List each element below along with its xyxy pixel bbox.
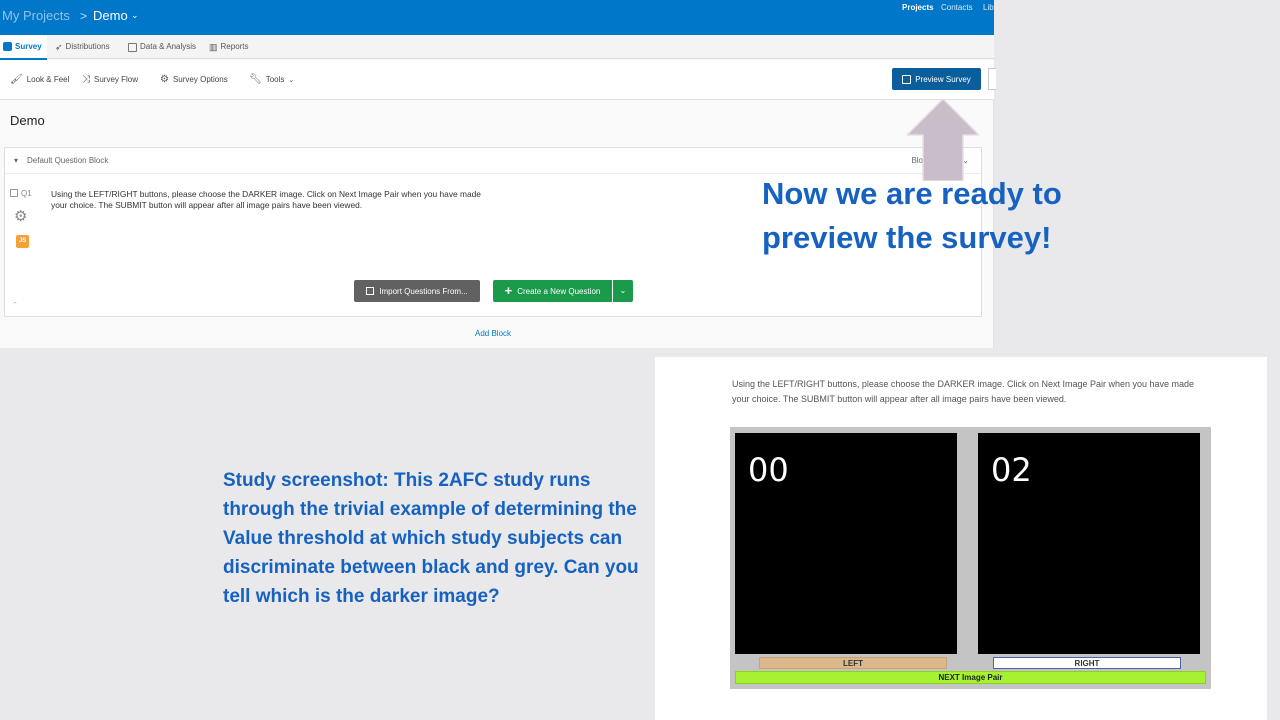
create-question-button[interactable]: + Create a New Question <box>493 280 612 302</box>
survey-options-button[interactable]: ⚙ Survey Options <box>160 74 228 85</box>
tab-distributions[interactable]: ➶ Distributions <box>55 35 110 59</box>
publish-button[interactable] <box>988 68 996 90</box>
tab-distributions-label: Distributions <box>65 42 110 51</box>
survey-flow-button[interactable]: ⤨ Survey Flow <box>82 74 138 85</box>
caret-down-icon[interactable]: ▾ <box>14 156 18 165</box>
right-button[interactable]: RIGHT <box>993 657 1181 669</box>
tab-reports[interactable]: ▥ Reports <box>209 35 249 59</box>
tools-button[interactable]: 🔧︎ Tools ⌄ <box>249 74 294 85</box>
copy-icon <box>366 287 375 295</box>
question-checkbox[interactable] <box>10 189 18 197</box>
survey-toolbar: 🖌︎ Look & Feel ⤨ Survey Flow ⚙ Survey Op… <box>0 60 994 100</box>
add-block-link[interactable]: Add Block <box>475 329 511 338</box>
tab-data-analysis-label: Data & Analysis <box>140 42 197 51</box>
caret-up-icon[interactable]: ⌃ <box>12 301 18 309</box>
chevron-down-icon: ⌄ <box>288 76 295 84</box>
survey-title[interactable]: Demo <box>10 113 45 128</box>
survey-flow-label: Survey Flow <box>94 75 139 84</box>
breadcrumb-separator: > <box>80 9 88 23</box>
left-image-label: 00 <box>748 451 789 489</box>
tab-bar: Survey ➶ Distributions Data & Analysis ▥… <box>0 35 994 60</box>
tab-survey[interactable]: Survey <box>0 35 47 60</box>
nav-library[interactable]: Lib <box>983 3 994 12</box>
left-button[interactable]: LEFT <box>759 657 947 669</box>
breadcrumb-project-name[interactable]: Demo <box>93 8 128 23</box>
question-number: Q1 <box>21 189 32 198</box>
next-image-pair-button[interactable]: NEXT Image Pair <box>735 671 1206 684</box>
preview-survey-button[interactable]: Preview Survey <box>892 68 981 90</box>
gear-icon[interactable]: ⚙ <box>14 207 27 225</box>
send-icon: ➶ <box>55 42 63 52</box>
study-preview: Using the LEFT/RIGHT buttons, please cho… <box>655 357 1267 720</box>
tab-data-analysis[interactable]: Data & Analysis <box>128 35 196 59</box>
flow-icon: ⤨ <box>82 74 90 85</box>
block-name[interactable]: Default Question Block <box>27 156 108 165</box>
block-header: ▾ Default Question Block Block ⌄ <box>5 148 981 174</box>
import-questions-label: Import Questions From... <box>379 286 468 296</box>
question-text[interactable]: Using the LEFT/RIGHT buttons, please cho… <box>51 189 481 211</box>
survey-options-label: Survey Options <box>172 75 228 84</box>
create-question-dropdown[interactable]: ⌄ <box>613 280 633 302</box>
image-pair-stage: 00 02 LEFT RIGHT NEXT Image Pair <box>730 427 1211 689</box>
import-questions-button[interactable]: Import Questions From... <box>354 280 480 302</box>
look-feel-button[interactable]: 🖌︎ Look & Feel <box>10 74 69 85</box>
arrow-up-icon <box>907 99 979 181</box>
tools-label: Tools <box>265 75 285 84</box>
plus-icon: + <box>504 283 513 298</box>
top-bar: My Projects > Demo ⌄ Projects Contacts L… <box>0 0 994 35</box>
gear-icon: ⚙ <box>160 74 169 85</box>
survey-icon <box>3 42 12 51</box>
look-feel-label: Look & Feel <box>26 75 70 84</box>
wrench-icon: 🔧︎ <box>249 74 262 85</box>
tab-reports-label: Reports <box>220 42 249 51</box>
create-question-label: Create a New Question <box>517 286 601 296</box>
tab-survey-label: Survey <box>15 41 42 51</box>
javascript-badge[interactable]: JS <box>16 235 29 248</box>
chevron-down-icon[interactable]: ⌄ <box>131 10 139 21</box>
brush-icon: 🖌︎ <box>10 74 23 85</box>
annotation-study-description: Study screenshot: This 2AFC study runs t… <box>223 470 639 607</box>
right-image-label: 02 <box>991 451 1032 489</box>
annotation-preview-ready: Now we are ready to preview the survey! <box>762 176 1062 255</box>
breadcrumb-my-projects[interactable]: My Projects <box>2 8 70 23</box>
study-instructions: Using the LEFT/RIGHT buttons, please cho… <box>732 379 1195 404</box>
right-image: 02 <box>978 433 1200 654</box>
preview-icon <box>902 74 912 84</box>
preview-survey-label: Preview Survey <box>915 74 971 84</box>
nav-projects[interactable]: Projects <box>902 3 934 12</box>
left-image: 00 <box>735 433 957 654</box>
table-icon <box>128 42 137 52</box>
nav-contacts[interactable]: Contacts <box>941 3 973 12</box>
bar-chart-icon: ▥ <box>209 42 218 52</box>
